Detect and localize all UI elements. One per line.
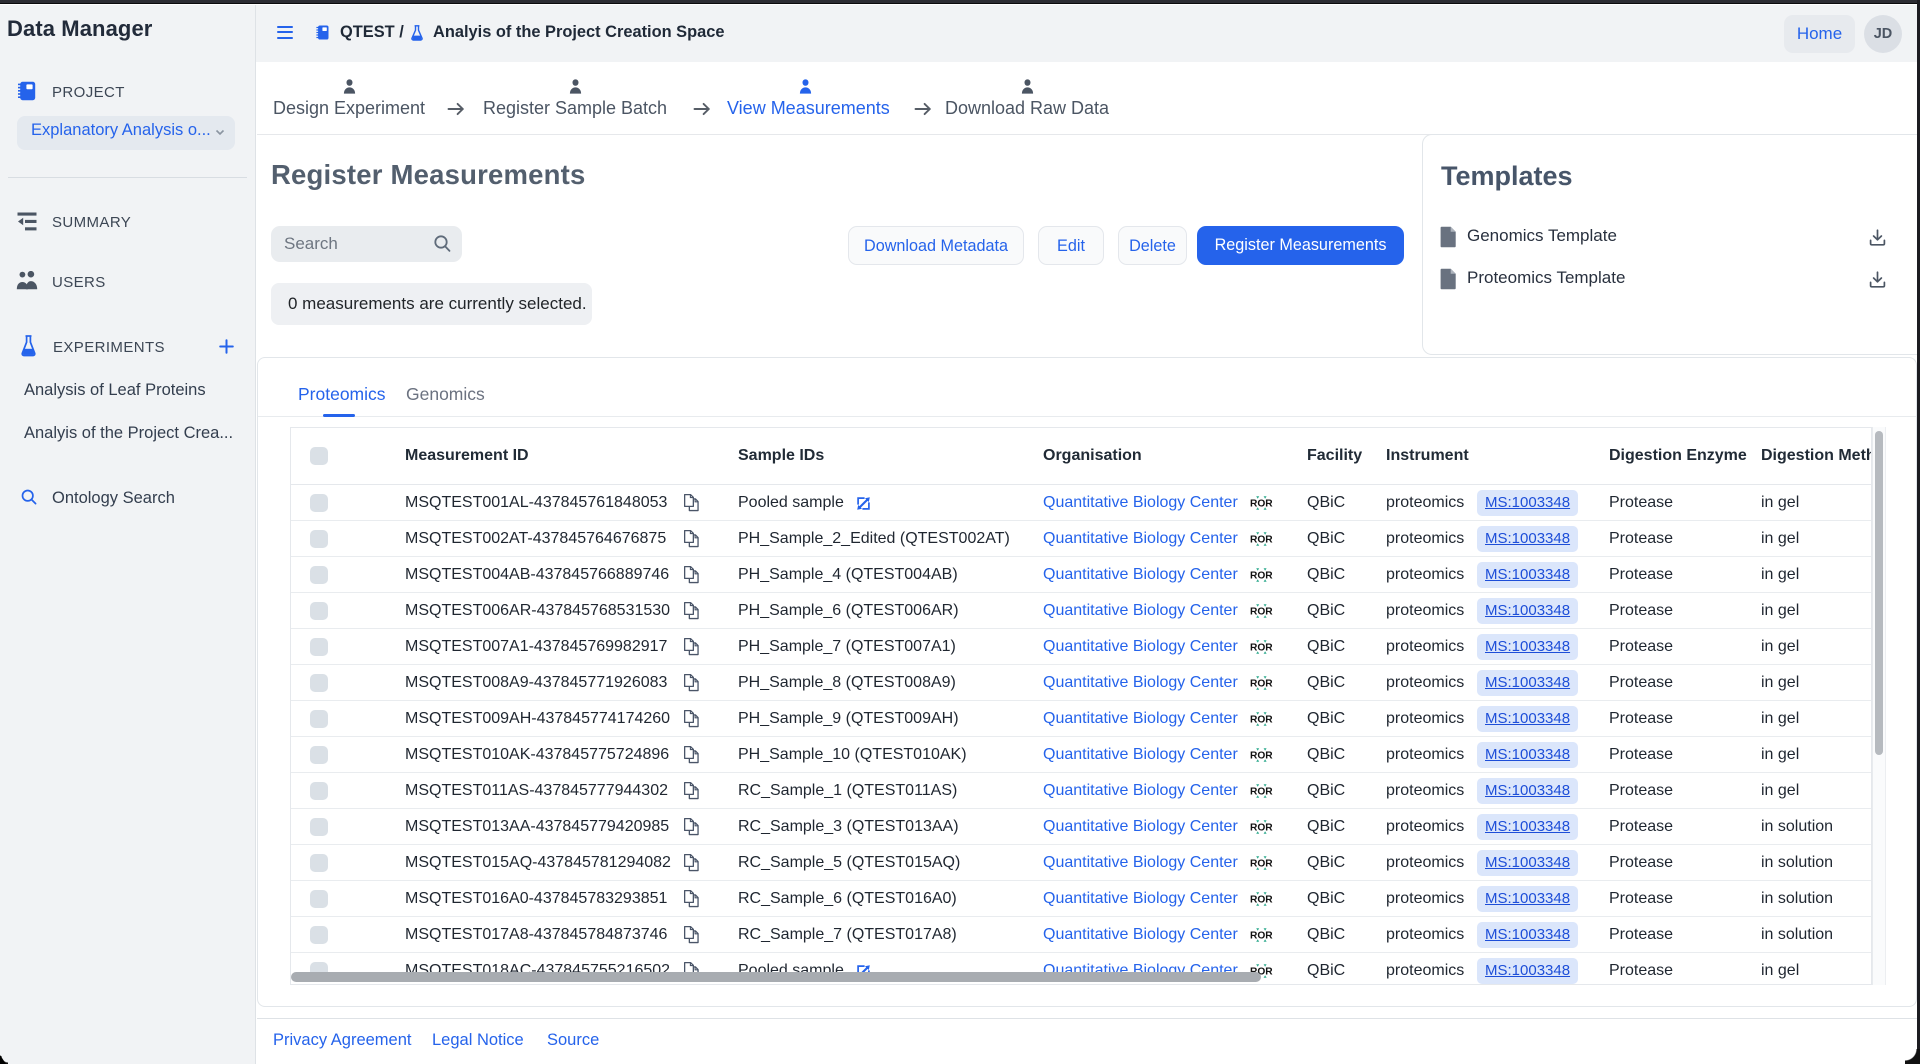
svg-text:ROR: ROR	[1250, 822, 1273, 833]
svg-text:ROR: ROR	[1250, 786, 1273, 797]
svg-text:ROR: ROR	[1250, 642, 1273, 653]
svg-text:ROR: ROR	[1250, 894, 1273, 905]
svg-text:ROR: ROR	[1250, 570, 1273, 581]
svg-text:ROR: ROR	[1250, 498, 1273, 509]
svg-text:ROR: ROR	[1250, 858, 1273, 869]
svg-text:ROR: ROR	[1250, 678, 1273, 689]
svg-text:ROR: ROR	[1250, 534, 1273, 545]
svg-text:ROR: ROR	[1250, 930, 1273, 941]
svg-text:ROR: ROR	[1250, 714, 1273, 725]
svg-text:ROR: ROR	[1250, 606, 1273, 617]
svg-text:ROR: ROR	[1250, 750, 1273, 761]
